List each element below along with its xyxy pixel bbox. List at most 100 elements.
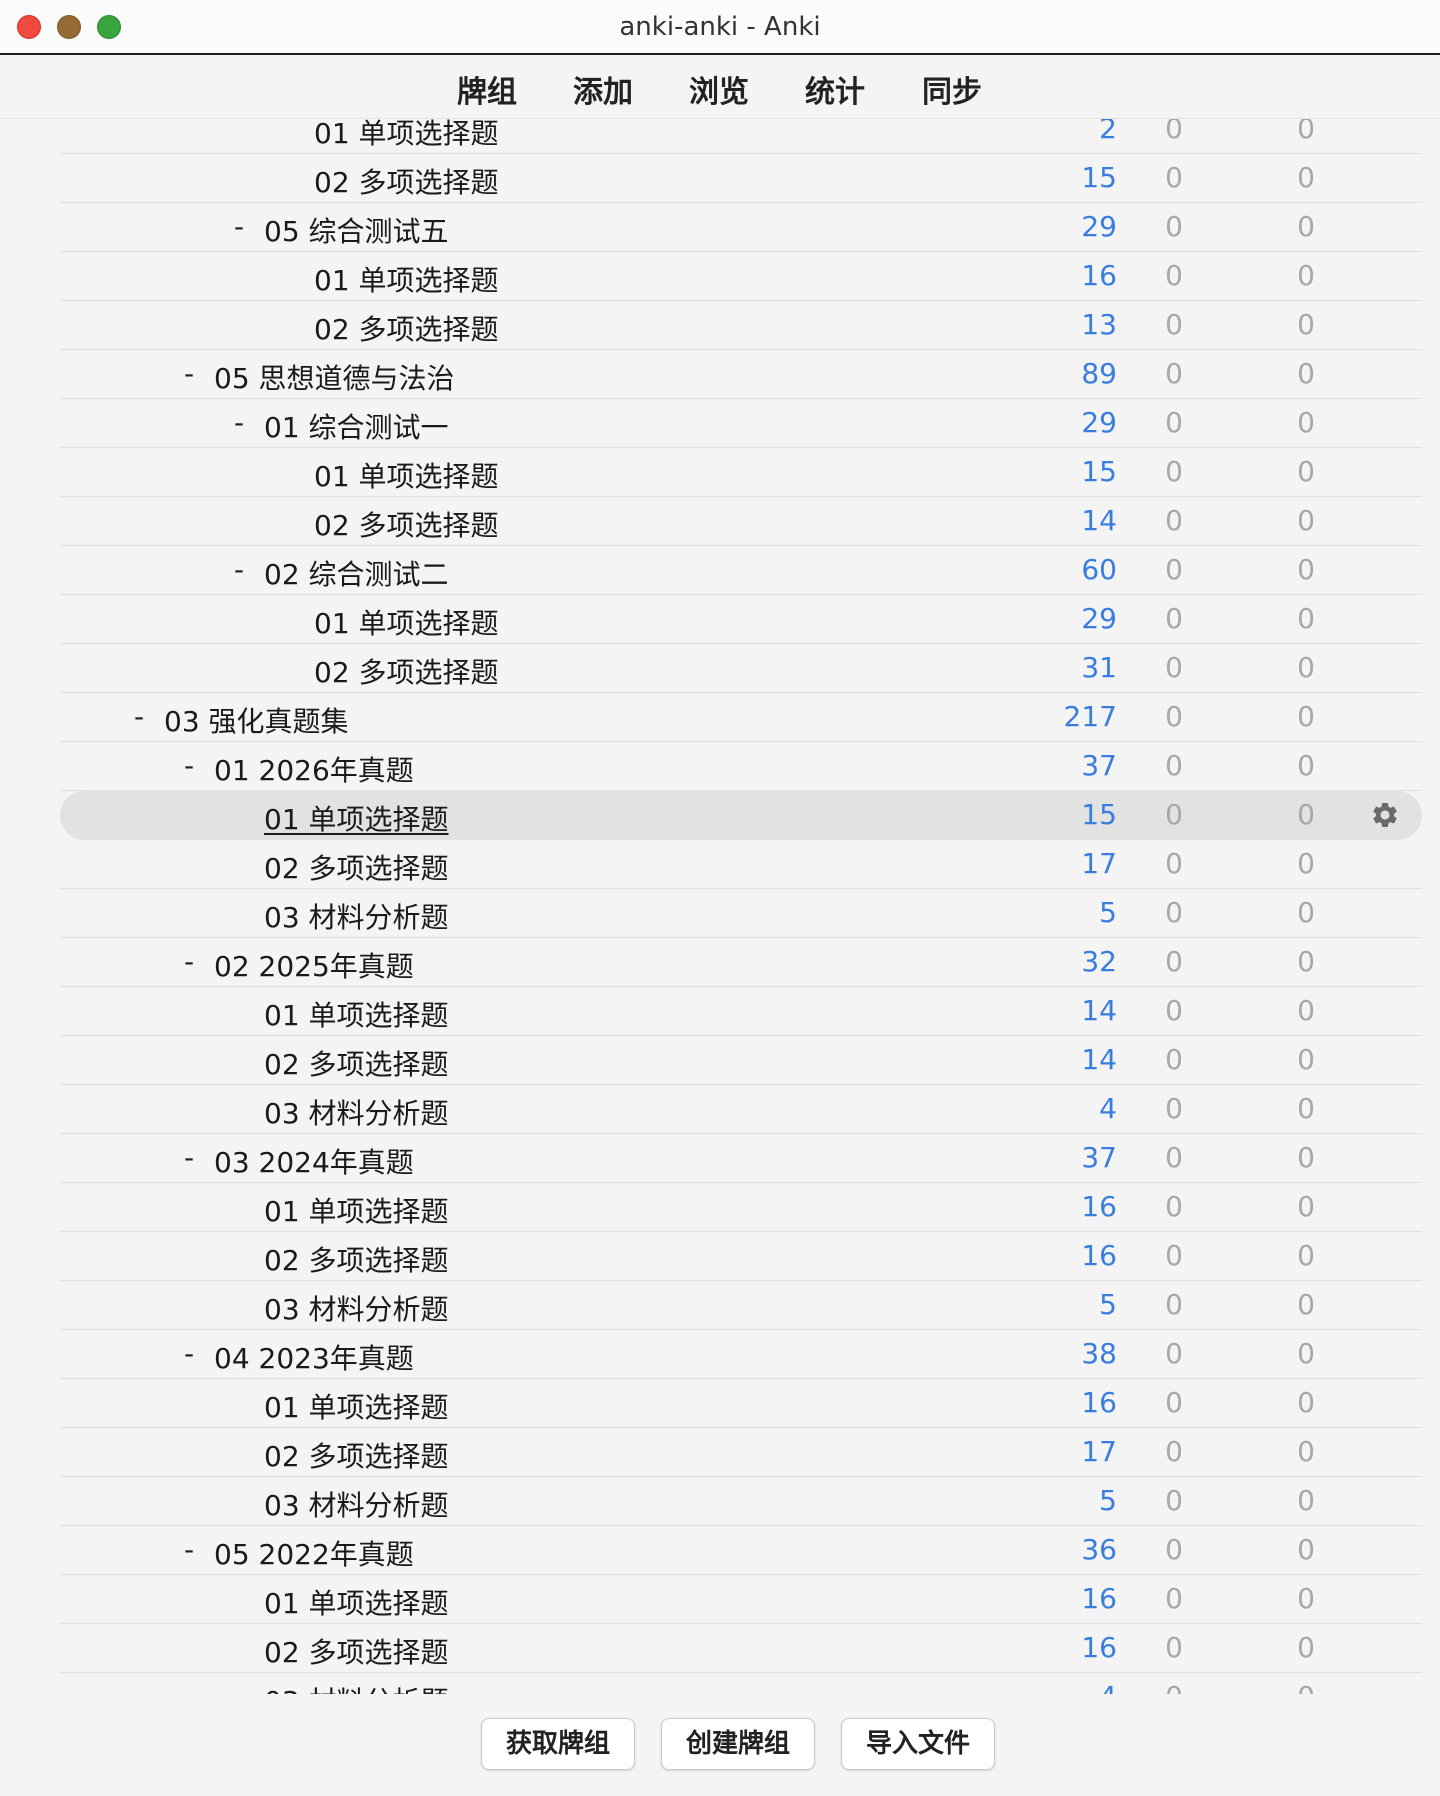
deck-name[interactable]: 03 强化真题集	[164, 700, 349, 740]
deck-row[interactable]: -03 强化真题集 217 0 0	[60, 693, 1422, 742]
new-count: 16	[1081, 259, 1117, 292]
new-count: 32	[1081, 945, 1117, 978]
deck-name[interactable]: 04 2023年真题	[214, 1337, 414, 1377]
deck-row[interactable]: 02 多项选择题 13 0 0	[60, 301, 1422, 350]
deck-name[interactable]: 01 综合测试一	[264, 406, 449, 446]
deck-name[interactable]: 02 2025年真题	[214, 945, 414, 985]
deck-row[interactable]: 02 多项选择题 16 0 0	[60, 1624, 1422, 1673]
collapse-toggle[interactable]: -	[134, 700, 144, 733]
deck-row[interactable]: 01 单项选择题 15 0 0	[60, 448, 1422, 497]
deck-name[interactable]: 03 材料分析题	[264, 1092, 449, 1132]
deck-row[interactable]: 03 材料分析题 4 0 0	[60, 1085, 1422, 1134]
new-count: 14	[1081, 504, 1117, 537]
deck-name[interactable]: 02 多项选择题	[314, 161, 499, 201]
deck-row[interactable]: 03 材料分析题 5 0 0	[60, 889, 1422, 938]
toolbar-sync[interactable]: 同步	[922, 67, 982, 111]
collapse-toggle[interactable]: -	[184, 1141, 194, 1174]
create-deck-button[interactable]: 创建牌组	[661, 1718, 815, 1770]
gear-icon[interactable]	[1370, 800, 1400, 830]
deck-name[interactable]: 01 单项选择题	[314, 602, 499, 642]
deck-name[interactable]: 03 材料分析题	[264, 1484, 449, 1524]
deck-row[interactable]: 03 材料分析题 5 0 0	[60, 1477, 1422, 1526]
due-count: 0	[1297, 1484, 1315, 1517]
deck-row[interactable]: -04 2023年真题 38 0 0	[60, 1330, 1422, 1379]
deck-name[interactable]: 01 单项选择题	[264, 994, 449, 1034]
deck-name[interactable]: 02 多项选择题	[264, 1043, 449, 1083]
import-file-button[interactable]: 导入文件	[841, 1718, 995, 1770]
deck-row[interactable]: 03 材料分析题 4 0 0	[60, 1673, 1422, 1694]
deck-row[interactable]: -03 2024年真题 37 0 0	[60, 1134, 1422, 1183]
deck-row[interactable]: -05 综合测试五 29 0 0	[60, 203, 1422, 252]
collapse-toggle[interactable]: -	[184, 749, 194, 782]
deck-name[interactable]: 01 单项选择题	[264, 1386, 449, 1426]
deck-row[interactable]: -05 2022年真题 36 0 0	[60, 1526, 1422, 1575]
due-count: 0	[1297, 259, 1315, 292]
deck-name[interactable]: 03 材料分析题	[264, 896, 449, 936]
deck-row[interactable]: 01 单项选择题 2 0 0	[60, 119, 1422, 154]
collapse-toggle[interactable]: -	[234, 210, 244, 243]
deck-name[interactable]: 02 多项选择题	[314, 308, 499, 348]
deck-name[interactable]: 01 单项选择题	[314, 119, 499, 152]
collapse-toggle[interactable]: -	[184, 1337, 194, 1370]
toolbar-decks[interactable]: 牌组	[457, 67, 517, 111]
deck-row[interactable]: 01 单项选择题 14 0 0	[60, 987, 1422, 1036]
deck-name[interactable]: 03 2024年真题	[214, 1141, 414, 1181]
collapse-toggle[interactable]: -	[184, 1533, 194, 1566]
due-count: 0	[1297, 994, 1315, 1027]
deck-name[interactable]: 02 多项选择题	[314, 504, 499, 544]
deck-name[interactable]: 02 多项选择题	[264, 1435, 449, 1475]
collapse-toggle[interactable]: -	[234, 553, 244, 586]
deck-row[interactable]: 01 单项选择题 16 0 0	[60, 252, 1422, 301]
deck-row[interactable]: 01 单项选择题 16 0 0	[60, 1379, 1422, 1428]
due-count: 0	[1297, 798, 1315, 831]
deck-name[interactable]: 05 综合测试五	[264, 210, 449, 250]
due-count: 0	[1297, 847, 1315, 880]
deck-name[interactable]: 01 单项选择题	[264, 1190, 449, 1230]
deck-row[interactable]: -02 2025年真题 32 0 0	[60, 938, 1422, 987]
deck-row[interactable]: 01 单项选择题 29 0 0	[60, 595, 1422, 644]
due-count: 0	[1297, 1533, 1315, 1566]
deck-name[interactable]: 02 多项选择题	[264, 1239, 449, 1279]
deck-row[interactable]: 01 单项选择题 16 0 0	[60, 1575, 1422, 1624]
new-count: 5	[1099, 1288, 1117, 1321]
collapse-toggle[interactable]: -	[184, 945, 194, 978]
deck-name[interactable]: 02 多项选择题	[264, 847, 449, 887]
deck-name[interactable]: 01 单项选择题	[314, 259, 499, 299]
get-shared-decks-button[interactable]: 获取牌组	[481, 1718, 635, 1770]
deck-row[interactable]: 02 多项选择题 15 0 0	[60, 154, 1422, 203]
deck-row[interactable]: 02 多项选择题 14 0 0	[60, 1036, 1422, 1085]
deck-name[interactable]: 01 2026年真题	[214, 749, 414, 789]
deck-row[interactable]: -01 2026年真题 37 0 0	[60, 742, 1422, 791]
deck-name[interactable]: 01 单项选择题	[264, 1582, 449, 1622]
deck-row[interactable]: -02 综合测试二 60 0 0	[60, 546, 1422, 595]
deck-row[interactable]: 02 多项选择题 14 0 0	[60, 497, 1422, 546]
deck-row[interactable]: 01 单项选择题 15 0 0	[60, 791, 1422, 840]
deck-name[interactable]: 02 多项选择题	[314, 651, 499, 691]
deck-row[interactable]: 02 多项选择题 16 0 0	[60, 1232, 1422, 1281]
deck-name[interactable]: 05 2022年真题	[214, 1533, 414, 1573]
deck-row[interactable]: 02 多项选择题 17 0 0	[60, 1428, 1422, 1477]
deck-name[interactable]: 02 多项选择题	[264, 1631, 449, 1671]
deck-row[interactable]: -01 综合测试一 29 0 0	[60, 399, 1422, 448]
deck-row[interactable]: 03 材料分析题 5 0 0	[60, 1281, 1422, 1330]
deck-name[interactable]: 01 单项选择题	[314, 455, 499, 495]
collapse-toggle[interactable]: -	[234, 406, 244, 439]
toolbar-add[interactable]: 添加	[573, 67, 633, 111]
new-count: 217	[1063, 700, 1117, 733]
deck-name[interactable]: 03 材料分析题	[264, 1288, 449, 1328]
learn-count: 0	[1165, 1190, 1183, 1223]
learn-count: 0	[1165, 1484, 1183, 1517]
new-count: 60	[1081, 553, 1117, 586]
toolbar-browse[interactable]: 浏览	[689, 67, 749, 111]
toolbar-stats[interactable]: 统计	[805, 67, 865, 111]
deck-name[interactable]: 02 综合测试二	[264, 553, 449, 593]
deck-row[interactable]: 02 多项选择题 31 0 0	[60, 644, 1422, 693]
due-count: 0	[1297, 1190, 1315, 1223]
collapse-toggle[interactable]: -	[184, 357, 194, 390]
deck-name[interactable]: 01 单项选择题	[264, 798, 449, 838]
deck-row[interactable]: -05 思想道德与法治 89 0 0	[60, 350, 1422, 399]
deck-row[interactable]: 02 多项选择题 17 0 0	[60, 840, 1422, 889]
deck-name[interactable]: 05 思想道德与法治	[214, 357, 455, 397]
deck-name[interactable]: 03 材料分析题	[264, 1680, 449, 1694]
deck-row[interactable]: 01 单项选择题 16 0 0	[60, 1183, 1422, 1232]
